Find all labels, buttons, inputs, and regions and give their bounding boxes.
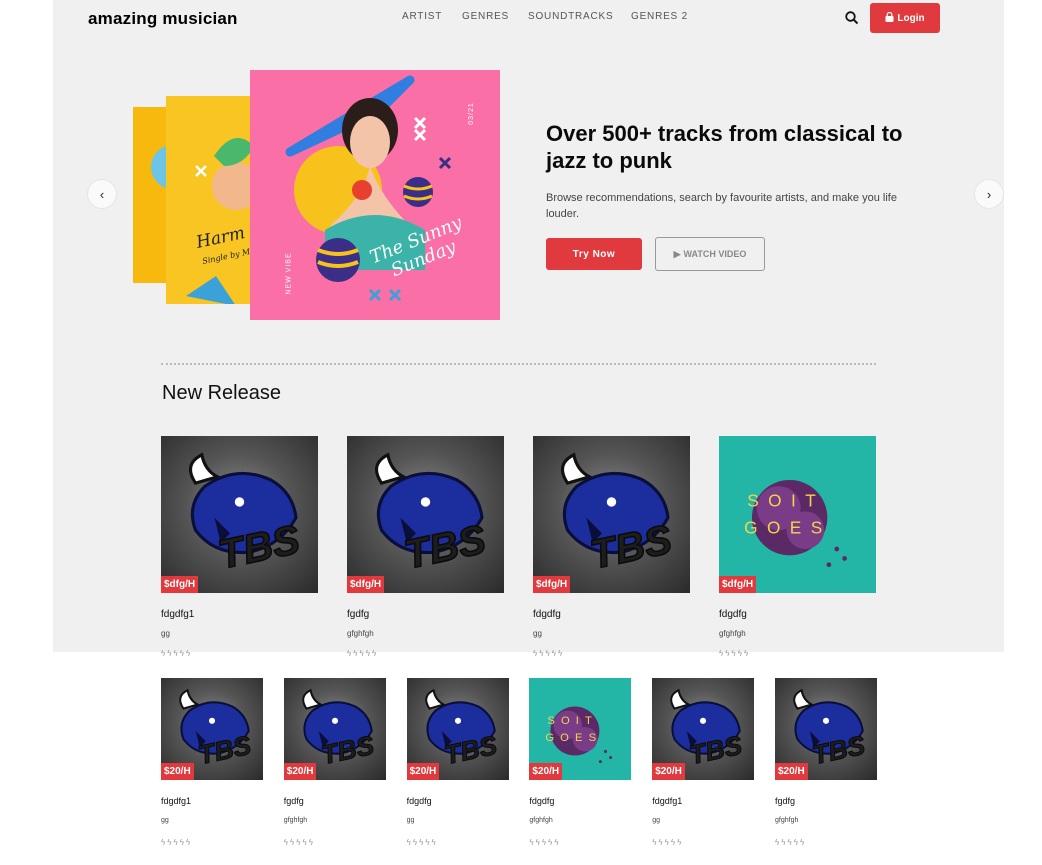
rating-icons: ϟϟϟϟϟ <box>529 838 560 847</box>
chevron-right-icon: › <box>986 186 992 202</box>
release-title[interactable]: fgdfg <box>775 796 795 806</box>
svg-text:SOIT: SOIT <box>548 715 599 727</box>
bolt-icon: ϟ <box>557 649 565 658</box>
hero-description: Browse recommendations, search by favour… <box>546 192 897 220</box>
release-subtitle: gfghfgh <box>775 817 799 824</box>
release-title[interactable]: fgdfg <box>347 609 369 620</box>
price-badge: $20/H <box>406 763 440 780</box>
release-title[interactable]: fdgdfg <box>533 609 561 620</box>
watch-video-label: WATCH VIDEO <box>683 249 747 259</box>
bolt-icon: ϟ <box>799 838 807 847</box>
rating-icons: ϟϟϟϟϟ <box>719 649 750 658</box>
release-subtitle: gg <box>161 817 169 824</box>
release-subtitle: gg <box>652 817 660 824</box>
bolt-icon: ϟ <box>308 838 315 847</box>
release-subtitle: gfghfgh <box>283 817 308 824</box>
release-subtitle: gg <box>533 629 542 638</box>
nav-artist[interactable]: ARTIST <box>402 11 442 22</box>
album-cover-back-1: Harm Single by M <box>166 96 262 304</box>
price-badge: $dfg/H <box>533 576 571 593</box>
bolt-icon: ϟ <box>431 838 438 847</box>
nav-genres[interactable]: GENRES <box>462 11 509 22</box>
release-title[interactable]: fdgdfg1 <box>161 609 194 620</box>
release-card-image[interactable]: TBS $20/H <box>283 678 386 780</box>
release-card-image[interactable]: TBS $20/H <box>161 678 263 780</box>
release-card-image[interactable]: TBS $dfg/H <box>533 436 690 593</box>
album-front-date: 03/21 <box>467 102 475 125</box>
release-card-image[interactable]: SOIT GOES $20/H <box>529 678 632 780</box>
play-icon: ▶ <box>673 248 681 259</box>
site-logo[interactable]: amazing musician <box>88 9 238 29</box>
price-badge: $20/H <box>652 763 685 780</box>
nav-genres-2[interactable]: GENRES 2 <box>631 11 688 22</box>
rating-icons: ϟϟϟϟϟ <box>161 649 192 658</box>
rating-icons: ϟϟϟϟϟ <box>161 838 192 847</box>
svg-text:GOES: GOES <box>546 732 603 744</box>
bolt-icon: ϟ <box>554 838 561 847</box>
lock-icon <box>885 11 894 25</box>
release-title[interactable]: fgdfg <box>284 796 304 806</box>
nav-soundtracks[interactable]: SOUNDTRACKS <box>528 11 613 22</box>
bolt-icon: ϟ <box>185 838 193 847</box>
release-card-image[interactable]: TBS $20/H <box>406 678 509 780</box>
bolt-icon: ϟ <box>743 649 751 658</box>
try-now-button[interactable]: Try Now <box>546 238 642 270</box>
price-badge: $20/H <box>529 763 563 780</box>
watch-video-button[interactable]: ▶ WATCH VIDEO <box>655 237 765 271</box>
price-badge: $20/H <box>161 763 194 780</box>
release-subtitle: gfghfgh <box>719 629 746 638</box>
hero-title: Over 500+ tracks from classical to jazz … <box>546 121 903 173</box>
section-divider <box>161 363 876 365</box>
bolt-icon: ϟ <box>185 649 193 658</box>
rating-icons: ϟϟϟϟϟ <box>533 649 564 658</box>
release-card-image[interactable]: TBS $dfg/H <box>347 436 504 593</box>
release-title[interactable]: fdgdfg <box>719 609 747 620</box>
release-subtitle: gfghfgh <box>347 629 374 638</box>
rating-icons: ϟϟϟϟϟ <box>775 838 806 847</box>
release-title[interactable]: fdgdfg1 <box>161 796 191 806</box>
release-card-image[interactable]: SOIT GOES $dfg/H <box>719 436 876 593</box>
release-title[interactable]: fdgdfg1 <box>652 796 682 806</box>
new-release-title: New Release <box>162 382 281 404</box>
carousel-next-button[interactable]: › <box>974 179 1004 209</box>
price-badge: $dfg/H <box>161 576 199 593</box>
release-title[interactable]: fdgdfg <box>407 796 432 806</box>
price-badge: $dfg/H <box>347 576 385 593</box>
price-badge: $dfg/H <box>719 576 757 593</box>
release-subtitle: gg <box>406 817 415 824</box>
svg-text:SOIT: SOIT <box>747 491 825 511</box>
price-badge: $20/H <box>775 763 808 780</box>
rating-icons: ϟϟϟϟϟ <box>347 649 378 658</box>
search-icon[interactable] <box>844 10 860 26</box>
album-front-tag: NEW VIBE <box>285 252 293 295</box>
rating-icons: ϟϟϟϟϟ <box>407 838 438 847</box>
rating-icons: ϟϟϟϟϟ <box>284 838 315 847</box>
album-cover-front: The Sunny Sunday 03/21 NEW VIBE <box>250 70 500 320</box>
release-subtitle: gg <box>161 629 170 638</box>
svg-text:GOES: GOES <box>744 517 832 537</box>
chevron-left-icon: ‹ <box>99 186 105 202</box>
bolt-icon: ϟ <box>371 649 379 658</box>
carousel-prev-button[interactable]: ‹ <box>87 179 117 209</box>
login-label: Login <box>897 12 925 24</box>
release-title[interactable]: fdgdfg <box>529 796 554 806</box>
release-card-image[interactable]: TBS $dfg/H <box>161 436 318 593</box>
rating-icons: ϟϟϟϟϟ <box>652 838 683 847</box>
bolt-icon: ϟ <box>677 838 684 847</box>
login-button[interactable]: Login <box>870 3 940 33</box>
release-subtitle: gfghfgh <box>529 817 553 824</box>
price-badge: $20/H <box>283 763 317 780</box>
release-card-image[interactable]: TBS $20/H <box>775 678 877 780</box>
release-card-image[interactable]: TBS $20/H <box>652 678 755 780</box>
